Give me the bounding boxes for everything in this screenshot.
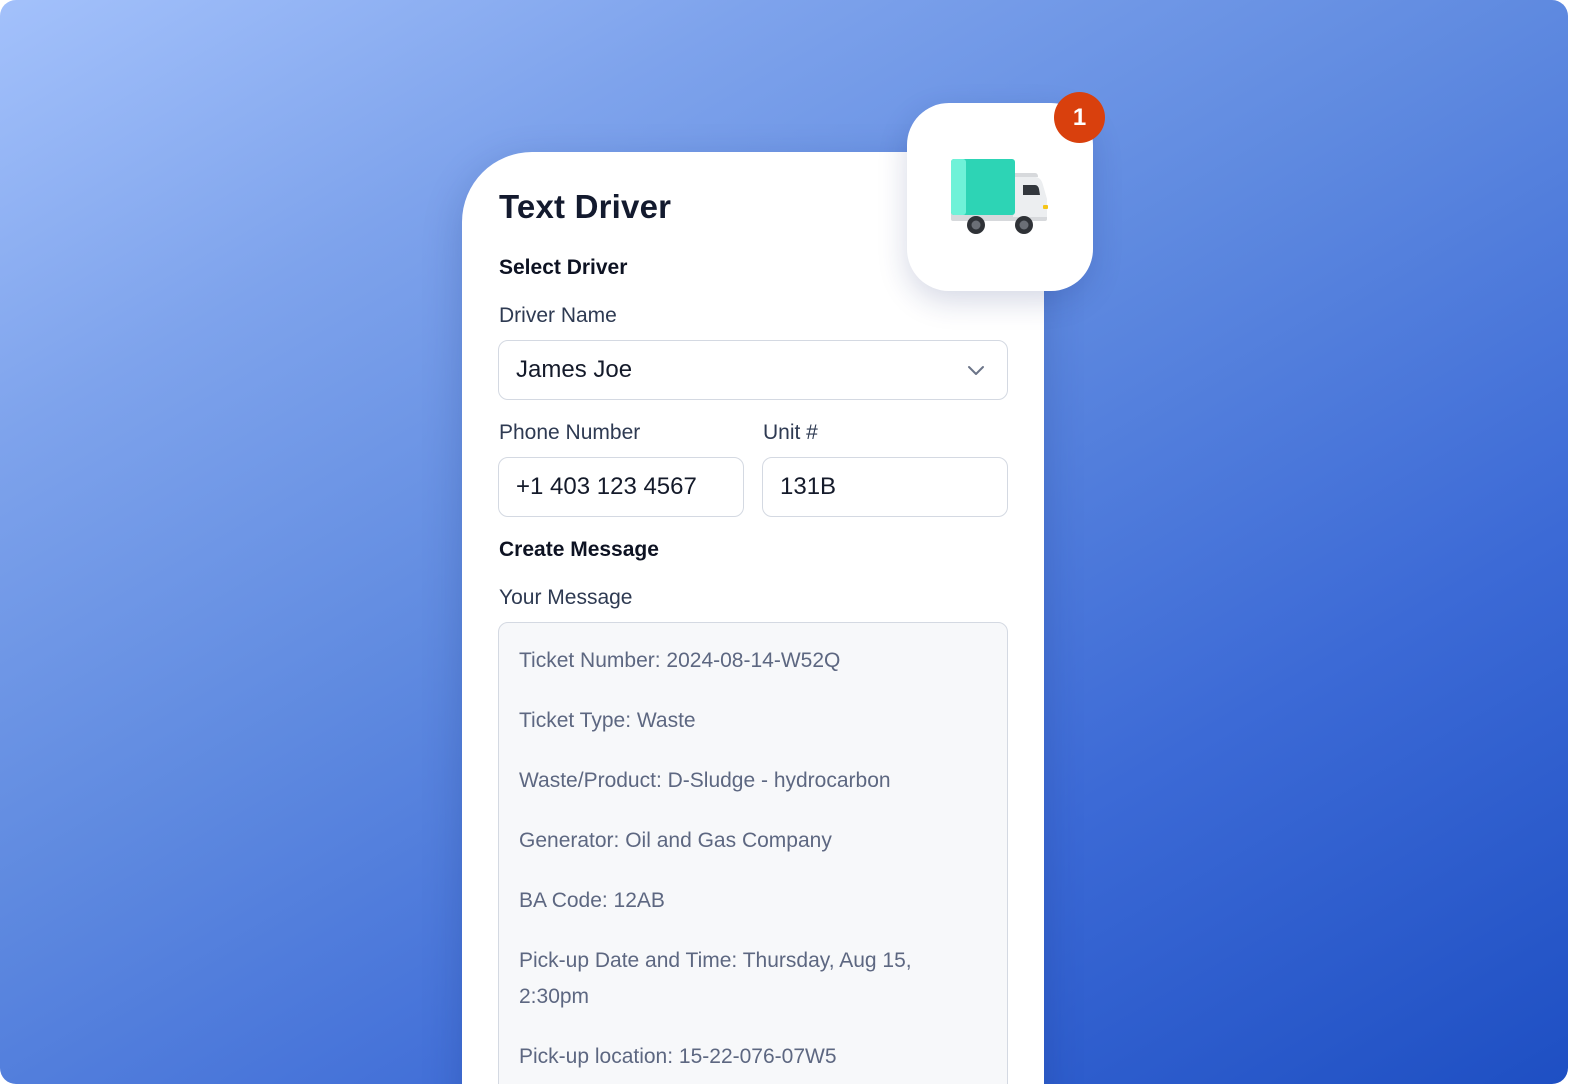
chevron-down-icon [968,366,984,375]
phone-number-label: Phone Number [499,421,641,444]
message-line: BA Code: 12AB [519,889,665,912]
create-message-heading: Create Message [499,538,659,561]
select-driver-heading: Select Driver [499,256,628,279]
driver-name-label: Driver Name [499,304,617,327]
message-line: Ticket Type: Waste [519,709,696,732]
background: Text Driver Select Driver Driver Name Ja… [0,0,1568,1084]
your-message-label: Your Message [499,586,633,609]
message-line: Pick-up location: 15-22-076-07W5 [519,1045,837,1068]
message-line: Pick-up Date and Time: Thursday, Aug 15,… [519,949,912,1008]
message-line: Generator: Oil and Gas Company [519,829,832,852]
driver-name-value: James Joe [516,356,633,383]
unit-input[interactable]: 131B [762,457,1008,517]
message-line: Ticket Number: 2024-08-14-W52Q [519,649,841,672]
notification-badge: 1 [1054,92,1105,143]
panel-title: Text Driver [499,188,672,225]
message-textarea[interactable]: Ticket Number: 2024-08-14-W52Q Ticket Ty… [498,622,1008,1084]
driver-name-select[interactable]: James Joe [498,340,1008,400]
unit-label: Unit # [763,421,818,444]
message-line: Waste/Product: D-Sludge - hydrocarbon [519,769,891,792]
truck-icon [951,159,1048,234]
text-driver-panel: Text Driver Select Driver Driver Name Ja… [462,152,1044,1084]
phone-number-input[interactable]: +1 403 123 4567 [498,457,744,517]
